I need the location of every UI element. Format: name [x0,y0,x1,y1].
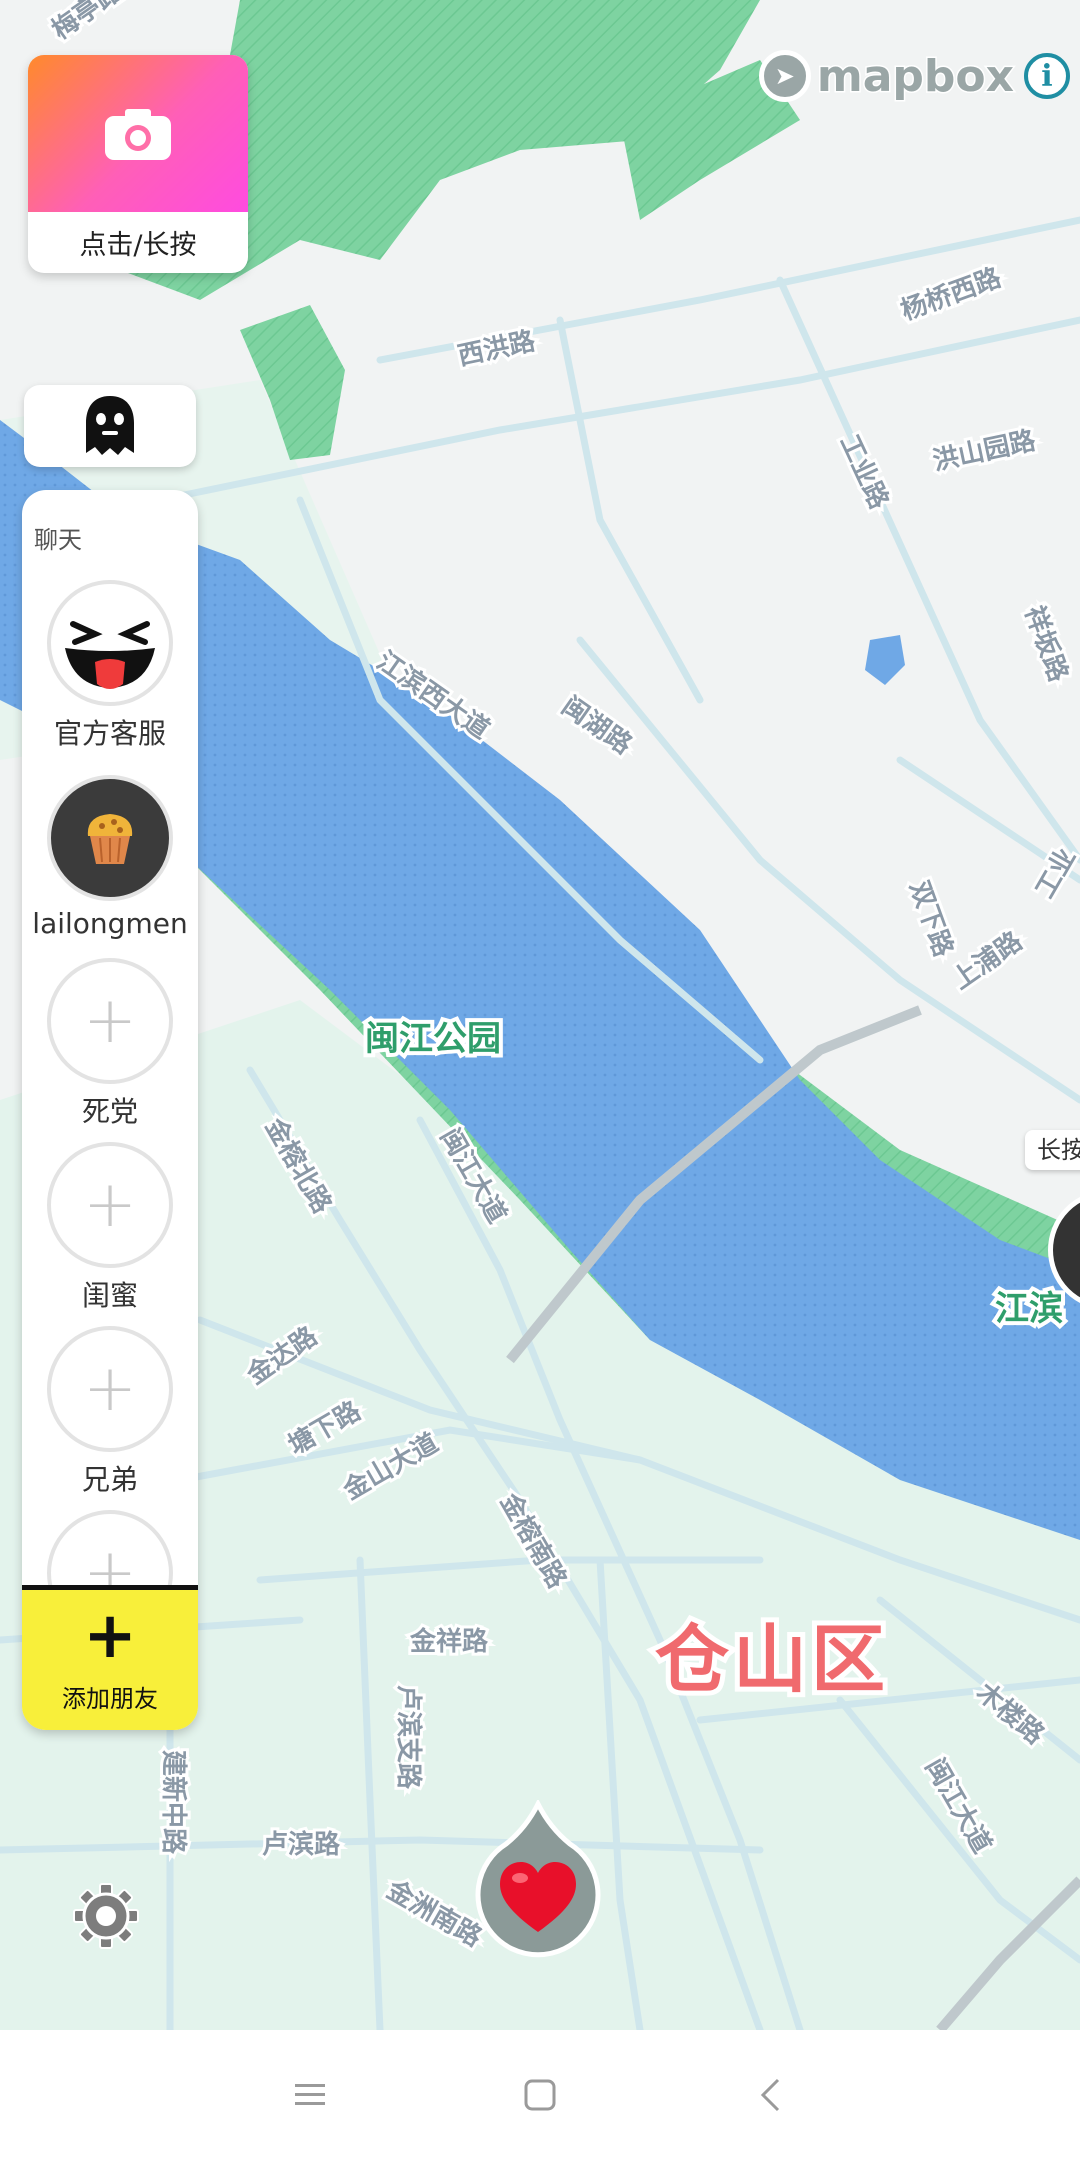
heart-location-pin [475,1798,601,1958]
map-attribution: ➤ mapbox i [758,49,1070,103]
friend-name: 兄弟 [81,1463,138,1496]
settings-button[interactable] [70,1880,142,1952]
friend-slot[interactable]: + 死党 [22,958,198,1130]
long-press-tag[interactable]: 长按 [1025,1130,1080,1170]
park-label: 闽江公园 [365,1019,501,1059]
back-icon [760,2078,780,2112]
menu-button[interactable] [280,2065,340,2125]
road-label: 卢滨路 [262,1829,341,1860]
friend-slot[interactable]: + 兄弟 [22,1326,198,1498]
info-icon[interactable]: i [1024,53,1070,99]
ghost-icon [86,396,134,455]
plus-icon: + [83,1598,137,1673]
laughing-face-icon [53,586,167,700]
menu-icon [295,2084,325,2105]
camera-button-background [28,55,248,212]
road-label: 金祥路 [409,1626,489,1657]
laughing-face-avatar [47,580,173,706]
home-icon [524,2079,556,2111]
friend-name: 官方客服 [53,717,166,750]
camera-button-label: 点击/长按 [79,230,197,261]
camera-button[interactable]: 点击/长按 [28,55,248,273]
system-navigation-bar [0,2030,1080,2160]
add-friend-button[interactable]: + 添加朋友 [22,1585,198,1730]
heart-button[interactable] [470,1798,606,1970]
chat-title: 聊天 [34,526,82,554]
ghost-button[interactable] [24,385,196,467]
friend-slot[interactable]: + 闺蜜 [22,1142,198,1314]
add-slot-icon: + [47,1326,173,1452]
add-slot-icon: + [47,1142,173,1268]
district-label: 仓山区 [655,1617,889,1703]
road-label: 江滨 [995,1289,1063,1329]
road-label: 卢滨支路 [393,1685,424,1790]
add-friend-label: 添加朋友 [62,1684,158,1713]
mapbox-logo-text: mapbox [815,49,1015,103]
add-slot-icon: + [47,958,173,1084]
friend-name: 闺蜜 [81,1279,138,1312]
camera-icon [105,108,171,160]
gear-icon [73,1883,139,1949]
back-button[interactable] [740,2065,800,2125]
home-button[interactable] [510,2065,570,2125]
friend-item[interactable]: lailongmen [22,775,198,940]
muffin-avatar [47,775,173,901]
friend-item[interactable]: 官方客服 [22,580,198,752]
friend-name: lailongmen [32,907,188,940]
mapbox-logo-icon: ➤ [758,50,811,102]
mapbox-logo[interactable]: ➤ mapbox [758,49,1016,103]
friend-name: 死党 [81,1095,138,1128]
road-label: 建新中路 [158,1750,189,1855]
chat-panel: 聊天 官方客服 lailongmen + 死党 + 闺蜜 + 兄弟 + + 添加… [22,490,198,1730]
muffin-icon [87,814,133,864]
